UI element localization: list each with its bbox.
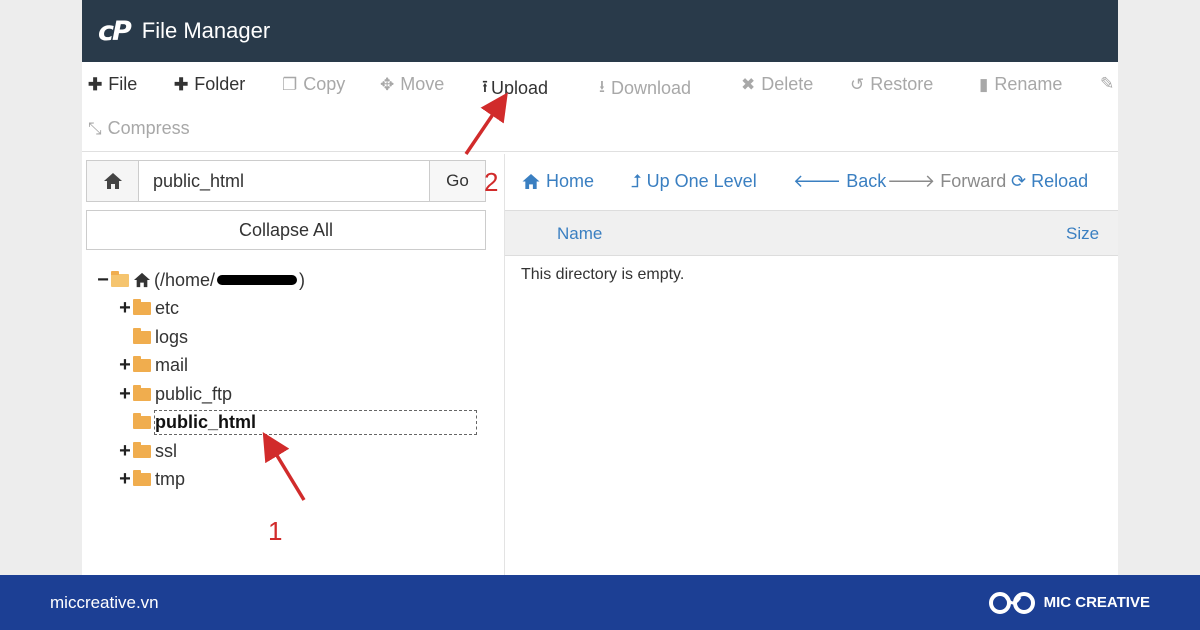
annotation-arrows — [262, 92, 508, 501]
brand: MIC CREATIVE — [988, 589, 1150, 617]
brand-name: MIC CREATIVE — [1043, 594, 1150, 611]
arrow-to-upload — [464, 92, 508, 155]
site-url[interactable]: miccreative.vn — [50, 593, 159, 613]
mic-creative-logo — [988, 591, 1035, 614]
file-manager-window: cP File Manager ✚ File ✚ Folder ❐ Copy ✥… — [82, 0, 1118, 575]
screenshot-stage: cP File Manager ✚ File ✚ Folder ❐ Copy ✥… — [0, 0, 1200, 630]
site-footer: miccreative.vn MIC CREATIVE — [0, 575, 1200, 630]
arrow-to-public-html — [262, 432, 306, 501]
